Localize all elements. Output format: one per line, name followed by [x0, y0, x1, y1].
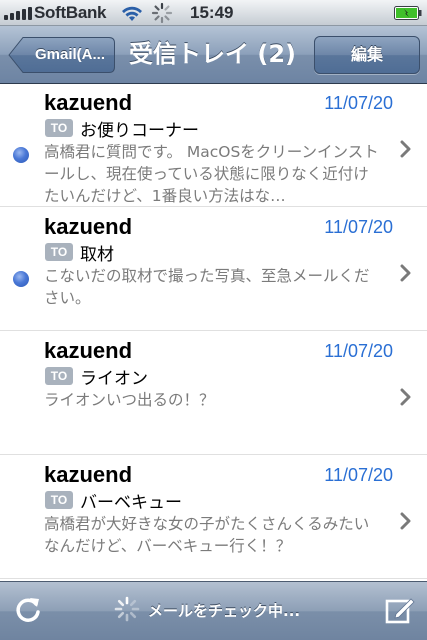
page-title: 受信トレイ (2) — [129, 40, 296, 68]
checking-mail-status: メールをチェック中... — [148, 602, 301, 620]
message-preview: 高橋君に質問です。 MacOSをクリーンインストールし、現在使っている状態に限り… — [44, 143, 379, 205]
status-bar: SoftBank 15:49 — [0, 0, 427, 26]
message-preview: こないだの取材で撮った写真、至急メールください。 — [44, 267, 370, 307]
refresh-icon[interactable] — [12, 594, 44, 626]
carrier-name: SoftBank — [34, 3, 107, 22]
message-subject: お便りコーナー — [80, 121, 199, 141]
back-button-label: Gmail(A... — [34, 46, 105, 63]
to-badge: TO — [45, 119, 73, 137]
chevron-right-icon — [400, 140, 411, 158]
to-badge: TO — [45, 243, 73, 261]
message-sender: kazuend — [44, 214, 133, 239]
message-row[interactable]: kazuend 11/07/20 TO ライオン ライオンいつ出るの！？ — [0, 332, 427, 455]
navigation-bar: Gmail(A... 受信トレイ (2) 編集 — [0, 26, 427, 84]
unread-dot-icon — [13, 147, 29, 163]
to-badge: TO — [45, 491, 73, 509]
activity-spinner-icon — [151, 2, 173, 24]
back-button[interactable]: Gmail(A... — [8, 36, 116, 74]
message-sender: kazuend — [44, 338, 133, 363]
message-subject: バーベキュー — [80, 493, 182, 513]
message-row[interactable]: kazuend 11/07/20 TO バーベキュー 高橋君が大好きな女の子がた… — [0, 456, 427, 579]
message-row[interactable]: kazuend 11/07/20 TO 取材 こないだの取材で撮った写真、至急メ… — [0, 208, 427, 331]
wifi-icon — [122, 6, 142, 21]
chevron-right-icon — [400, 388, 411, 406]
message-date: 11/07/20 — [324, 341, 393, 361]
unread-dot-icon — [13, 271, 29, 287]
message-preview: ライオンいつ出るの！？ — [44, 391, 215, 409]
message-sender: kazuend — [44, 462, 133, 487]
chevron-right-icon — [400, 512, 411, 530]
to-badge: TO — [45, 367, 73, 385]
message-row[interactable]: kazuend 11/07/20 TO お便りコーナー 高橋君に質問です。 Ma… — [0, 84, 427, 207]
signal-bars-icon — [4, 6, 34, 20]
battery-icon — [394, 6, 422, 20]
message-date: 11/07/20 — [324, 217, 393, 237]
message-date: 11/07/20 — [324, 465, 393, 485]
bottom-toolbar: メールをチェック中... — [0, 581, 427, 640]
loading-spinner-icon — [114, 596, 140, 622]
message-subject: 取材 — [80, 245, 114, 265]
message-preview: 高橋君が大好きな女の子がたくさんくるみたいなんだけど、バーベキュー行く！？ — [44, 515, 370, 555]
message-date: 11/07/20 — [324, 93, 393, 113]
edit-button[interactable]: 編集 — [314, 36, 420, 74]
chevron-right-icon — [400, 264, 411, 282]
message-subject: ライオン — [80, 369, 148, 389]
message-list: kazuend 11/07/20 TO お便りコーナー 高橋君に質問です。 Ma… — [0, 84, 427, 581]
message-sender: kazuend — [44, 90, 133, 115]
compose-icon[interactable] — [384, 594, 416, 626]
clock: 15:49 — [190, 3, 234, 22]
